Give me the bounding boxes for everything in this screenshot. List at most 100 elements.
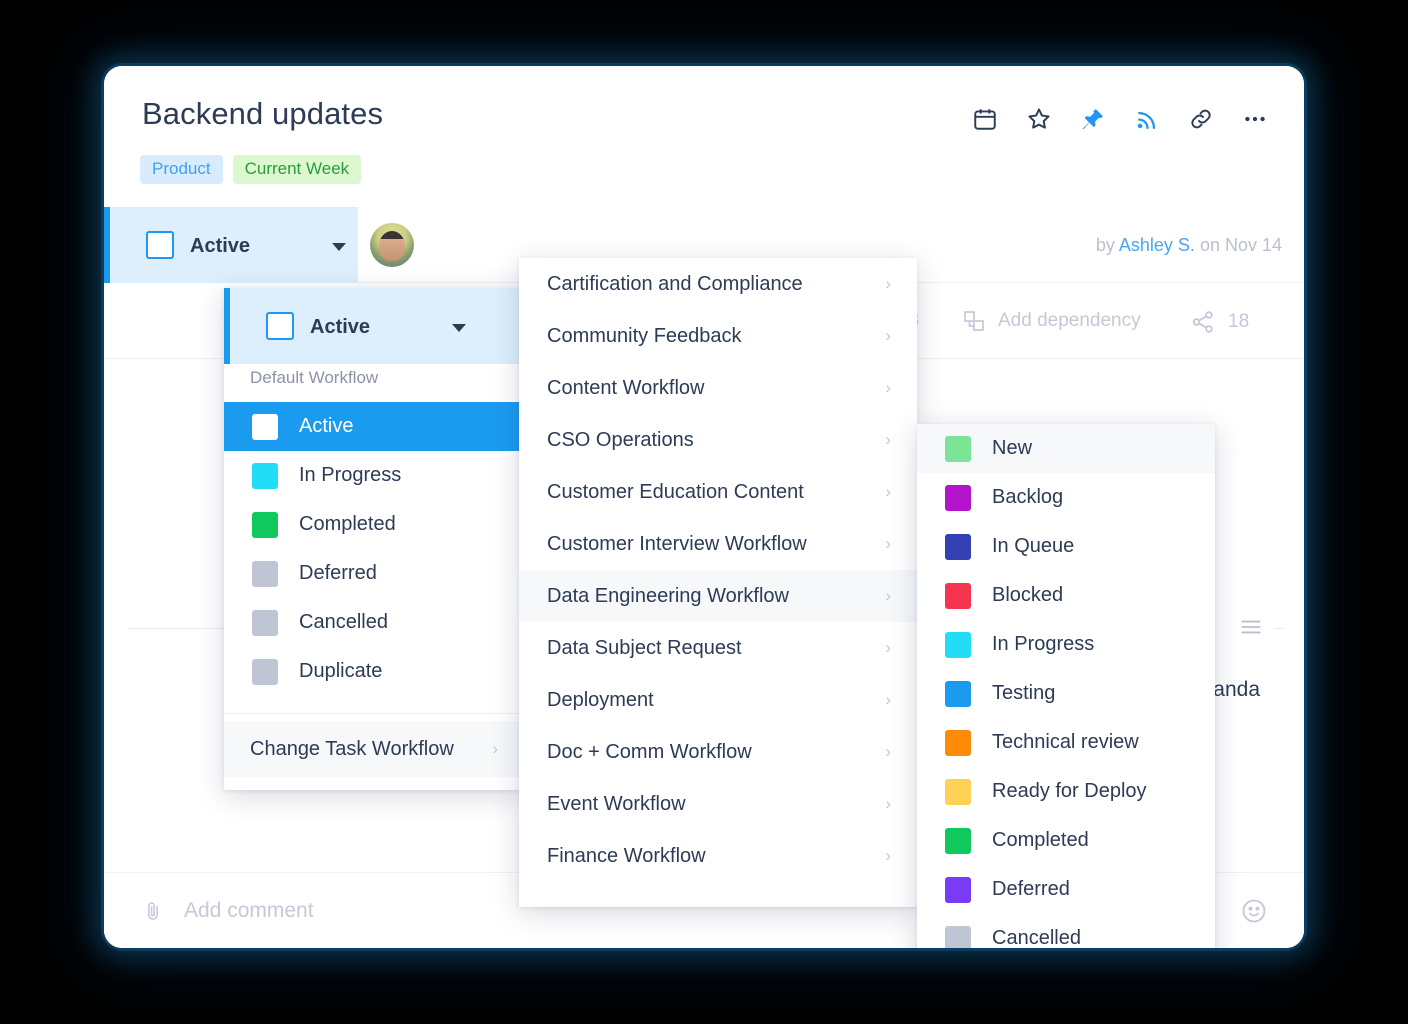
workflow-item-data-engineering-workflow[interactable]: Data Engineering Workflow › <box>519 570 917 622</box>
link-icon[interactable] <box>1188 106 1214 132</box>
color-swatch <box>252 511 278 538</box>
substatus-item-cancelled[interactable]: Cancelled <box>917 914 1215 948</box>
status-dropdown-label: Active <box>310 316 371 338</box>
share-count[interactable]: 18 <box>1190 309 1249 335</box>
tag-list: Product Current Week <box>140 155 362 184</box>
substatus-item-label: Completed <box>992 829 1089 851</box>
status-list: Active In Progress Completed Deferred Ca… <box>224 402 524 696</box>
status-item-completed[interactable]: Completed <box>224 500 524 549</box>
workflow-item-community-feedback[interactable]: Community Feedback › <box>519 310 917 362</box>
chevron-down-icon[interactable] <box>332 243 346 251</box>
substatus-item-technical-review[interactable]: Technical review <box>917 718 1215 767</box>
section-label-default-workflow: Default Workflow <box>250 368 379 387</box>
substatus-item-deferred[interactable]: Deferred <box>917 865 1215 914</box>
chevron-right-icon: › <box>492 739 498 758</box>
workflow-item-deployment[interactable]: Deployment › <box>519 674 917 726</box>
color-swatch <box>945 729 971 756</box>
list-icon[interactable] <box>1238 614 1264 640</box>
change-task-workflow-button[interactable]: Change Task Workflow › <box>224 721 524 777</box>
status-dropdown-panel: Active Default Workflow Active In Progre… <box>224 288 524 790</box>
substatus-item-label: In Queue <box>992 535 1075 557</box>
comment-input[interactable]: Add comment <box>184 899 314 923</box>
status-strip-label: Active <box>190 235 251 257</box>
tag-product[interactable]: Product <box>140 155 223 184</box>
pin-icon[interactable] <box>1080 106 1106 132</box>
color-swatch <box>252 658 278 685</box>
workflow-item-label: Event Workflow <box>547 792 686 815</box>
workflow-item-label: CSO Operations <box>547 428 694 451</box>
color-swatch <box>945 533 971 560</box>
status-item-in-progress[interactable]: In Progress <box>224 451 524 500</box>
workflow-item-customer-education-content[interactable]: Customer Education Content › <box>519 466 917 518</box>
status-item-duplicate[interactable]: Duplicate <box>224 647 524 696</box>
add-dependency-button[interactable]: Add dependency <box>962 309 1141 333</box>
chevron-right-icon: › <box>885 846 891 865</box>
workflow-item-doc-comm-workflow[interactable]: Doc + Comm Workflow › <box>519 726 917 778</box>
paperclip-icon[interactable] <box>142 897 164 925</box>
smiley-icon[interactable] <box>1240 897 1268 925</box>
status-item-label: Deferred <box>299 562 377 584</box>
chevron-right-icon: › <box>885 742 891 761</box>
color-swatch <box>945 925 971 948</box>
substatus-item-completed[interactable]: Completed <box>917 816 1215 865</box>
workflow-item-data-subject-request[interactable]: Data Subject Request › <box>519 622 917 674</box>
substatus-item-ready-for-deploy[interactable]: Ready for Deploy <box>917 767 1215 816</box>
substatus-item-in-queue[interactable]: In Queue <box>917 522 1215 571</box>
color-swatch <box>945 484 971 511</box>
status-item-label: In Progress <box>299 464 402 486</box>
tag-current-week[interactable]: Current Week <box>232 155 362 184</box>
substatus-item-backlog[interactable]: Backlog <box>917 473 1215 522</box>
chevron-right-icon: › <box>885 274 891 293</box>
status-item-label: Completed <box>299 513 396 535</box>
workflow-item-customer-interview-workflow[interactable]: Customer Interview Workflow › <box>519 518 917 570</box>
substatus-item-label: Deferred <box>992 878 1070 900</box>
calendar-icon[interactable] <box>972 106 998 132</box>
share-icon <box>1192 311 1213 333</box>
workflow-item-event-workflow[interactable]: Event Workflow › <box>519 778 917 830</box>
rss-feed-icon[interactable] <box>1134 106 1160 132</box>
byline-author[interactable]: Ashley S. <box>1119 235 1195 255</box>
change-task-workflow-label: Change Task Workflow <box>250 737 454 760</box>
header-actions <box>972 106 1268 132</box>
status-item-deferred[interactable]: Deferred <box>224 549 524 598</box>
substatus-item-label: Technical review <box>992 731 1139 753</box>
byline-suffix: on Nov 14 <box>1199 235 1282 255</box>
chevron-down-icon[interactable] <box>452 324 466 332</box>
status-item-cancelled[interactable]: Cancelled <box>224 598 524 647</box>
workflow-item-label: Customer Interview Workflow <box>547 532 807 555</box>
chevron-right-icon: › <box>885 586 891 605</box>
color-swatch <box>945 876 971 903</box>
workflow-item-cso-operations[interactable]: CSO Operations › <box>519 414 917 466</box>
substatus-item-label: Blocked <box>992 584 1064 606</box>
status-checkbox[interactable] <box>146 231 174 259</box>
chevron-right-icon: › <box>885 534 891 553</box>
task-status-strip[interactable]: Active <box>104 207 358 283</box>
star-icon[interactable] <box>1026 106 1052 132</box>
workflow-item-label: Doc + Comm Workflow <box>547 740 752 763</box>
workflow-item-cartification-and-compliance[interactable]: Cartification and Compliance › <box>519 258 917 310</box>
substatus-item-testing[interactable]: Testing <box>917 669 1215 718</box>
status-item-active[interactable]: Active <box>224 402 524 451</box>
status-checkbox[interactable] <box>266 312 294 340</box>
substatus-item-label: In Progress <box>992 633 1095 655</box>
status-dropdown-trigger[interactable]: Active <box>224 288 524 364</box>
dependency-icon <box>964 311 984 331</box>
more-options-icon[interactable] <box>1242 106 1268 132</box>
color-swatch <box>945 778 971 805</box>
workflow-item-label: Data Subject Request <box>547 636 742 659</box>
substatus-item-in-progress[interactable]: In Progress <box>917 620 1215 669</box>
status-submenu-panel: New Backlog In Queue Blocked In Progress… <box>917 424 1215 948</box>
chevron-right-icon: › <box>885 430 891 449</box>
color-swatch <box>945 631 971 658</box>
substatus-item-new[interactable]: New <box>917 424 1215 473</box>
workflow-item-label: Finance Workflow <box>547 844 706 867</box>
color-swatch <box>252 413 278 440</box>
workflow-item-label: Cartification and Compliance <box>547 272 803 295</box>
color-swatch <box>945 827 971 854</box>
workflow-item-finance-workflow[interactable]: Finance Workflow › <box>519 830 917 882</box>
substatus-item-blocked[interactable]: Blocked <box>917 571 1215 620</box>
divider-line-right <box>1274 628 1284 629</box>
panel-divider <box>224 713 524 714</box>
substatus-item-label: Testing <box>992 682 1056 704</box>
workflow-item-content-workflow[interactable]: Content Workflow › <box>519 362 917 414</box>
